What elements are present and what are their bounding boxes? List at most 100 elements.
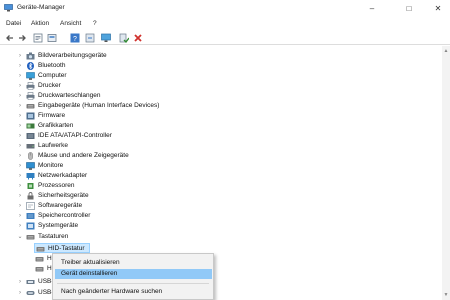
minimize-button[interactable]: – — [362, 2, 382, 15]
chevron-right-icon[interactable]: › — [17, 82, 23, 90]
tree-item-druckwarteschlangen[interactable]: › Druckwarteschlangen — [0, 91, 440, 101]
tree-item-label: Laufwerke — [38, 142, 68, 149]
scroll-down-icon[interactable]: ▼ — [443, 292, 449, 298]
chevron-right-icon[interactable]: › — [17, 202, 23, 210]
chevron-right-icon[interactable]: › — [17, 212, 23, 220]
keyboard-icon — [26, 233, 35, 241]
monitor-icon — [26, 162, 35, 170]
tree-item-monitore[interactable]: › Monitore — [0, 161, 440, 171]
back-icon[interactable] — [5, 33, 15, 43]
chevron-right-icon[interactable]: › — [17, 92, 23, 100]
tree-item-computer[interactable]: › Computer — [0, 71, 440, 81]
tree-item-ide-controller[interactable]: › IDE ATA/ATAPI-Controller — [0, 131, 440, 141]
tree-item-maeuse[interactable]: › Mäuse und andere Zeigegeräte — [0, 151, 440, 161]
chevron-right-icon[interactable]: › — [17, 278, 23, 286]
storage-controller-icon — [26, 212, 35, 220]
keyboard-icon — [35, 265, 44, 273]
monitor-icon[interactable] — [101, 33, 111, 43]
firmware-icon — [26, 112, 35, 120]
tree-item-grafikkarten[interactable]: › Grafikkarten — [0, 121, 440, 131]
menu-ansicht[interactable]: Ansicht — [60, 20, 81, 27]
chevron-right-icon[interactable]: › — [17, 222, 23, 230]
enable-device-icon[interactable] — [119, 33, 130, 43]
chevron-right-icon[interactable]: › — [17, 112, 23, 120]
tree-item-hid-keyboard[interactable]: HID-Tastatur — [34, 243, 90, 253]
display-adapter-icon — [26, 122, 35, 130]
maximize-button[interactable]: □ — [399, 2, 419, 15]
update-driver-icon[interactable] — [85, 33, 95, 43]
tree-item-firmware[interactable]: › Firmware — [0, 111, 440, 121]
device-manager-icon — [4, 4, 13, 12]
window-title: Geräte-Manager — [17, 4, 65, 11]
svg-text:?: ? — [73, 36, 77, 43]
menu-item-scan-hardware[interactable]: Nach geänderter Hardware suchen — [55, 287, 212, 297]
title-bar: Geräte-Manager – □ ✕ — [0, 0, 450, 17]
chevron-right-icon[interactable]: › — [17, 142, 23, 150]
tree-item-label: Tastaturen — [38, 233, 69, 240]
tree-item-label: Eingabegeräte (Human Interface Devices) — [38, 102, 160, 109]
chevron-down-icon[interactable]: ⌄ — [17, 233, 23, 241]
chevron-right-icon[interactable]: › — [17, 289, 23, 297]
system-device-icon — [26, 222, 35, 230]
menu-item-uninstall-device[interactable]: Gerät deinstallieren — [55, 269, 212, 279]
tree-item-laufwerke[interactable]: › Laufwerke — [0, 141, 440, 151]
close-button[interactable]: ✕ — [428, 2, 448, 15]
security-device-icon — [26, 192, 35, 200]
tree-item-label: HID-Tastatur — [48, 245, 85, 252]
tree-item-netzwerkadapter[interactable]: › Netzwerkadapter — [0, 171, 440, 181]
show-hidden-icon[interactable] — [47, 33, 57, 43]
bluetooth-icon — [26, 62, 35, 70]
chevron-right-icon[interactable]: › — [17, 102, 23, 110]
menu-aktion[interactable]: Aktion — [31, 20, 49, 27]
software-device-icon — [26, 202, 35, 210]
tree-item-label: Netzwerkadapter — [38, 172, 88, 179]
tree-item-label: Prozessoren — [38, 182, 75, 189]
menu-help[interactable]: ? — [93, 20, 97, 27]
properties-icon[interactable] — [33, 33, 43, 43]
tree-item-eingabegeraete[interactable]: › Eingabegeräte (Human Interface Devices… — [0, 101, 440, 111]
chevron-right-icon[interactable]: › — [17, 192, 23, 200]
tree-item-label: Monitore — [38, 162, 64, 169]
chevron-right-icon[interactable]: › — [17, 72, 23, 80]
chevron-right-icon[interactable]: › — [17, 172, 23, 180]
disk-drive-icon — [26, 142, 35, 150]
tree-item-systemgeraete[interactable]: › Systemgeräte — [0, 221, 440, 231]
chevron-right-icon[interactable]: › — [17, 62, 23, 70]
hid-icon — [26, 102, 35, 110]
tree-item-label: Bildverarbeitungsgeräte — [38, 52, 107, 59]
forward-icon[interactable] — [17, 33, 27, 43]
tree-item-prozessoren[interactable]: › Prozessoren — [0, 181, 440, 191]
help-icon[interactable]: ? — [70, 33, 80, 43]
tree-item-sicherheitsgeraete[interactable]: › Sicherheitsgeräte — [0, 191, 440, 201]
uninstall-icon[interactable] — [133, 33, 143, 43]
tree-item-label: Speichercontroller — [38, 212, 91, 219]
chevron-right-icon[interactable]: › — [17, 182, 23, 190]
tree-item-bluetooth[interactable]: › Bluetooth — [0, 61, 440, 71]
tree-item-bildverarbeitungsgeraete[interactable]: › Bildverarbeitungsgeräte — [0, 51, 440, 61]
tree-item-label: Computer — [38, 72, 67, 79]
printer-queue-icon — [26, 92, 35, 100]
vertical-scrollbar[interactable]: ▲ ▼ — [442, 46, 450, 300]
menu-item-update-driver[interactable]: Treiber aktualisieren — [55, 258, 212, 268]
mouse-icon — [26, 152, 35, 160]
chevron-right-icon[interactable]: › — [17, 52, 23, 60]
tree-item-speichercontroller[interactable]: › Speichercontroller — [0, 211, 440, 221]
network-adapter-icon — [26, 172, 35, 180]
tree-item-label: H — [47, 265, 52, 272]
chevron-right-icon[interactable]: › — [17, 132, 23, 140]
ide-controller-icon — [26, 132, 35, 140]
tree-item-softwaregeraete[interactable]: › Softwaregeräte — [0, 201, 440, 211]
tree-item-tastaturen[interactable]: ⌄ Tastaturen — [0, 232, 440, 242]
chevron-right-icon[interactable]: › — [17, 122, 23, 130]
keyboard-icon — [36, 245, 45, 253]
scroll-up-icon[interactable]: ▲ — [443, 48, 449, 54]
chevron-right-icon[interactable]: › — [17, 152, 23, 160]
menu-datei[interactable]: Datei — [6, 20, 21, 27]
usb-c-icon — [26, 289, 35, 297]
tree-item-label: Sicherheitsgeräte — [38, 192, 89, 199]
camera-icon — [26, 52, 35, 60]
chevron-right-icon[interactable]: › — [17, 162, 23, 170]
tree-item-drucker[interactable]: › Drucker — [0, 81, 440, 91]
printer-icon — [26, 82, 35, 90]
processor-icon — [26, 182, 35, 190]
